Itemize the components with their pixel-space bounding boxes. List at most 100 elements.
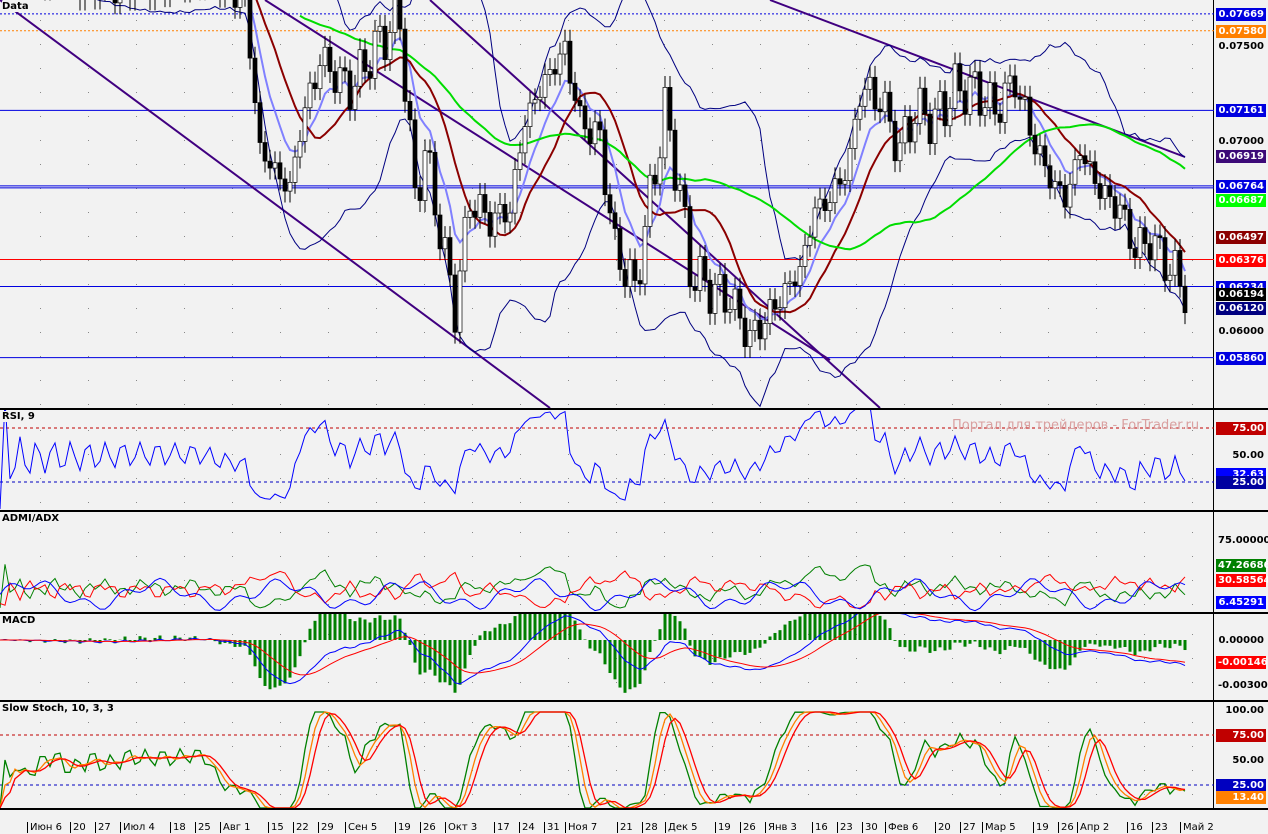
grid-dot	[616, 44, 617, 45]
grid-dot	[232, 404, 233, 405]
candle-body	[617, 228, 623, 270]
candle-body	[517, 152, 523, 170]
grid-dot	[1000, 20, 1001, 21]
grid-dot	[472, 794, 473, 795]
macd-histogram-bar	[428, 640, 432, 670]
candle-body	[1092, 161, 1098, 184]
macd-histogram-bar	[308, 628, 312, 640]
candle-body	[527, 102, 533, 127]
macd-histogram-bar	[438, 640, 442, 683]
grid-dot	[328, 682, 329, 683]
stoch-plot[interactable]	[0, 702, 1214, 808]
date-label: Ноя 7	[565, 822, 597, 833]
grid-dot	[1096, 332, 1097, 333]
grid-dot	[232, 356, 233, 357]
candle-body	[282, 178, 288, 192]
macd-histogram-bar	[573, 620, 577, 640]
grid-dot	[520, 212, 521, 213]
grid-dot	[616, 430, 617, 431]
grid-dot	[40, 332, 41, 333]
candle-body	[1117, 204, 1123, 219]
grid-dot	[1000, 634, 1001, 635]
grid-dot	[136, 722, 137, 723]
grid-dot	[184, 722, 185, 723]
candle-body	[652, 174, 658, 185]
macd-histogram-bar	[743, 640, 747, 655]
candle-body	[622, 269, 628, 287]
grid-dot	[952, 308, 953, 309]
grid-dot	[424, 308, 425, 309]
grid-dot	[1144, 380, 1145, 381]
grid-dot	[1000, 284, 1001, 285]
grid-dot	[904, 380, 905, 381]
candle-body	[842, 180, 848, 185]
grid-dot	[280, 380, 281, 381]
grid-dot	[1096, 580, 1097, 581]
stoch-panel: Slow Stoch, 10, 3, 3 100.00 50.00 75.00 25.…	[0, 702, 1268, 810]
grid-dot	[904, 770, 905, 771]
grid-dot	[520, 604, 521, 605]
grid-dot	[808, 212, 809, 213]
grid-dot	[904, 722, 905, 723]
adx-plot[interactable]	[0, 512, 1214, 612]
axis-value-tag: 47.26686	[1216, 559, 1268, 573]
grid-dot	[904, 478, 905, 479]
grid-dot	[1000, 722, 1001, 723]
date-label: 25	[195, 822, 211, 833]
grid-dot	[520, 116, 521, 117]
grid-dot	[328, 92, 329, 93]
macd-histogram-bar	[348, 619, 352, 640]
grid-dot	[184, 770, 185, 771]
grid-dot	[472, 532, 473, 533]
candle-body	[1032, 134, 1038, 155]
grid-dot	[424, 284, 425, 285]
grid-dot	[616, 92, 617, 93]
candle-body	[777, 307, 783, 310]
grid-dot	[1144, 580, 1145, 581]
grid-dot	[424, 634, 425, 635]
grid-dot	[376, 260, 377, 261]
grid-dot	[760, 92, 761, 93]
axis-value-tag: 0.07580	[1216, 24, 1266, 38]
grid-dot	[376, 604, 377, 605]
grid-dot	[424, 236, 425, 237]
candle-body	[262, 142, 268, 162]
grid-dot	[376, 380, 377, 381]
date-label: 26	[420, 822, 436, 833]
macd-histogram-bar	[908, 640, 912, 652]
macd-panel-title: MACD	[2, 615, 36, 626]
grid-dot	[520, 284, 521, 285]
grid-dot	[760, 380, 761, 381]
grid-dot	[1192, 92, 1193, 93]
price-axis: 0.07500 0.07000 0.06000 0.07669 0.07580 0.071…	[1214, 0, 1268, 408]
macd-histogram-bar	[618, 640, 622, 688]
grid-dot	[280, 236, 281, 237]
candle-body	[937, 91, 943, 110]
grid-dot	[808, 430, 809, 431]
candle-body	[707, 279, 713, 314]
grid-dot	[40, 68, 41, 69]
grid-dot	[952, 212, 953, 213]
grid-dot	[1192, 532, 1193, 533]
macd-histogram-bar	[733, 640, 737, 653]
grid-dot	[568, 454, 569, 455]
macd-plot[interactable]	[0, 614, 1214, 700]
grid-dot	[952, 44, 953, 45]
grid-dot	[328, 308, 329, 309]
date-axis: Июн 6 20 27 Июл 4 18 25 Авг 1 15 22 29 Сен 5 19 26 Ок…	[0, 810, 1268, 834]
grid-dot	[376, 116, 377, 117]
grid-dot	[1048, 722, 1049, 723]
price-plot[interactable]	[0, 0, 1214, 408]
grid-dot	[952, 454, 953, 455]
grid-dot	[712, 502, 713, 503]
stoch-chart-svg	[0, 711, 1214, 808]
macd-histogram-bar	[463, 640, 467, 669]
grid-dot	[952, 634, 953, 635]
grid-dot	[424, 746, 425, 747]
grid-dot	[904, 212, 905, 213]
grid-dot	[904, 356, 905, 357]
grid-dot	[232, 332, 233, 333]
macd-histogram-bar	[1163, 640, 1167, 648]
macd-histogram-bar	[968, 640, 972, 644]
date-label: 15	[268, 822, 284, 833]
